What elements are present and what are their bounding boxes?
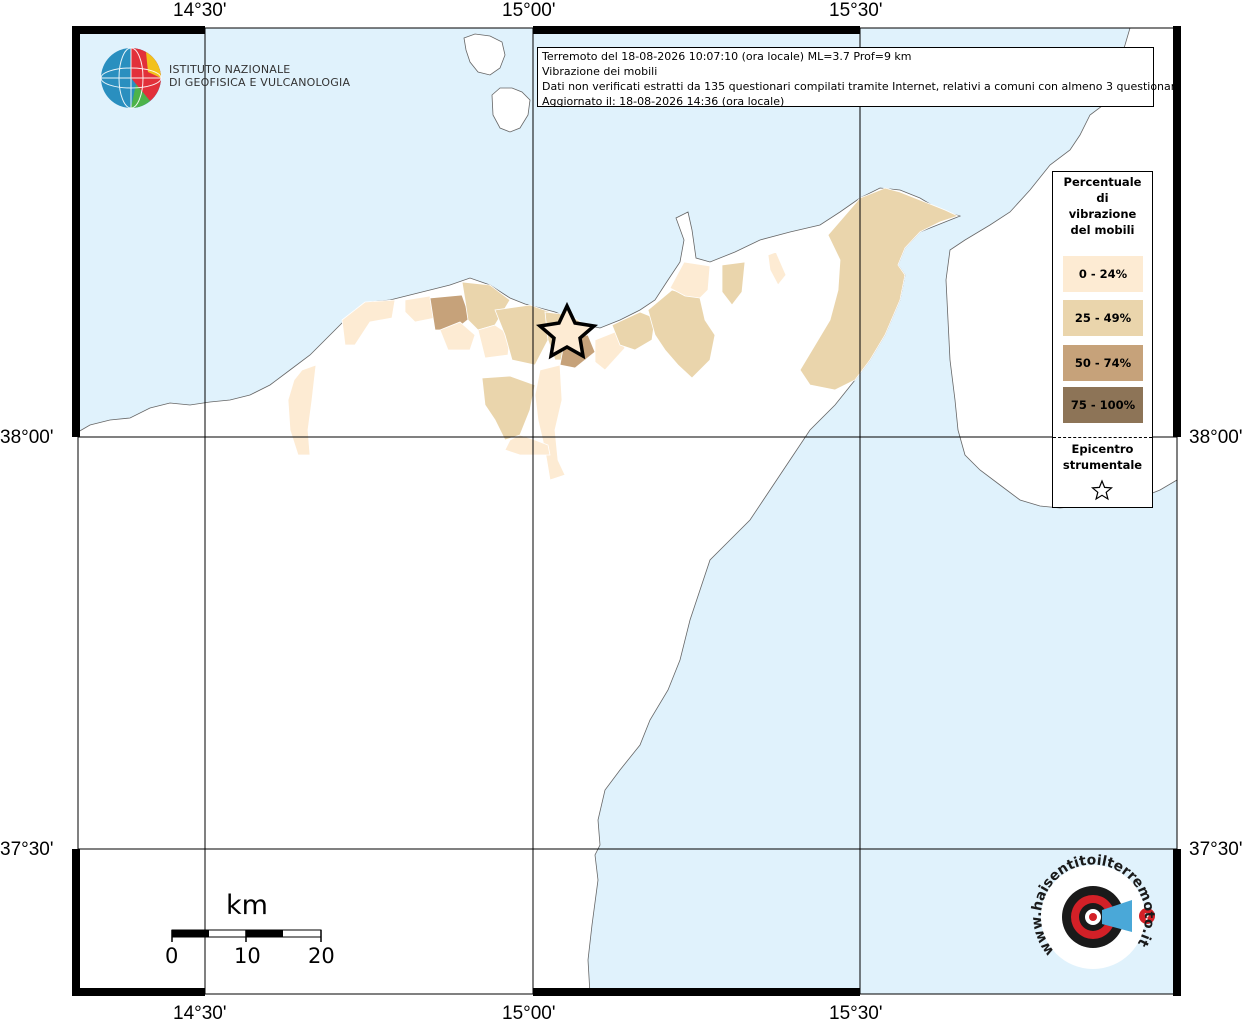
scale-unit: km — [226, 890, 268, 921]
map-subject: Vibrazione dei mobili — [542, 65, 658, 78]
ingv-line-2: DI GEOFISICA E VULCANOLOGIA — [169, 76, 351, 89]
star-icon — [1091, 479, 1113, 501]
lat-label-right-1: 38°00' — [1189, 427, 1243, 448]
data-note: Dati non verificati estratti da 135 ques… — [542, 80, 1182, 93]
lon-label-top-3: 15°30' — [829, 0, 883, 21]
lon-label-bottom-1: 14°30' — [173, 1003, 227, 1024]
legend-class-0: 0 - 24% — [1063, 256, 1143, 292]
event-title: Terremoto del 18-08-2026 10:07:10 (ora l… — [542, 50, 912, 63]
legend-class-2: 50 - 74% — [1063, 345, 1143, 381]
scale-tick-20: 20 — [308, 944, 335, 968]
ingv-line-1: ISTITUTO NAZIONALE — [169, 63, 291, 76]
ingv-logo-icon — [100, 47, 162, 109]
legend-class-1: 25 - 49% — [1063, 300, 1143, 336]
update-time: Aggiornato il: 18-08-2026 14:36 (ora loc… — [542, 95, 785, 108]
lon-label-top-2: 15°00' — [502, 0, 556, 21]
scale-tick-0: 0 — [165, 944, 179, 968]
legend: Percentuale di vibrazione del mobili 0 -… — [1052, 171, 1153, 508]
lat-label-left-2: 37°30' — [0, 839, 54, 860]
scale-tick-10: 10 — [234, 944, 261, 968]
legend-title: Percentuale di vibrazione del mobili — [1063, 175, 1142, 237]
legend-class-3: 75 - 100% — [1063, 387, 1143, 423]
legend-epicenter-label: Epicentro strumentale — [1062, 442, 1143, 472]
legend-separator — [1053, 437, 1152, 438]
lon-label-top-1: 14°30' — [173, 0, 227, 21]
ingv-logo-text: ISTITUTO NAZIONALE DI GEOFISICA E VULCAN… — [169, 63, 350, 89]
lat-label-right-2: 37°30' — [1189, 839, 1243, 860]
lon-label-bottom-3: 15°30' — [829, 1003, 883, 1024]
event-info-box: Terremoto del 18-08-2026 10:07:10 (ora l… — [537, 47, 1182, 108]
lon-label-bottom-2: 15°00' — [502, 1003, 556, 1024]
map-canvas: ? www.haisentitoilterremoto.it — [72, 26, 1181, 996]
lat-label-left-1: 38°00' — [0, 427, 54, 448]
